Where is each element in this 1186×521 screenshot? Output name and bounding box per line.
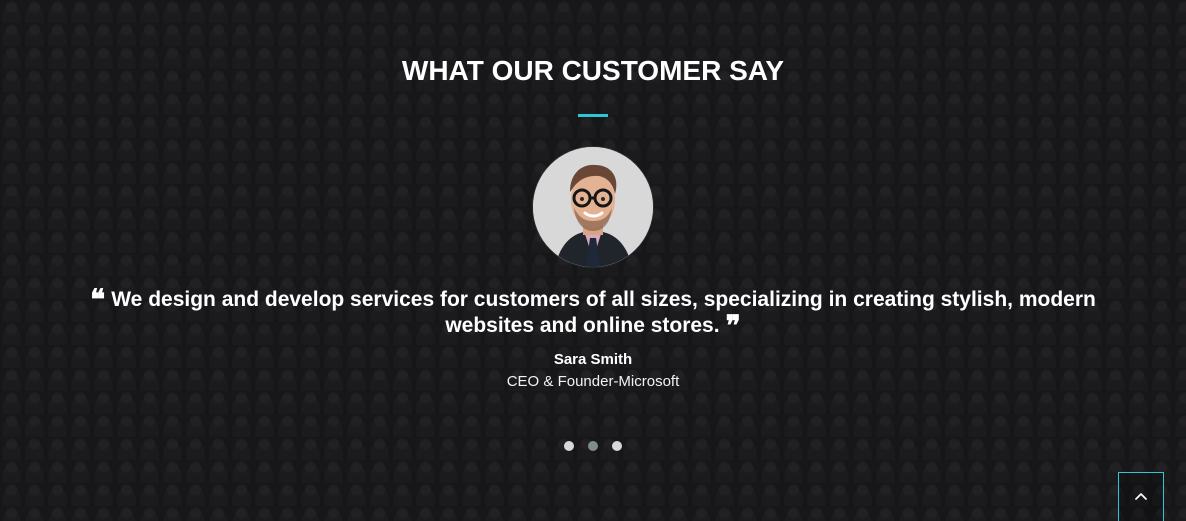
testimonial-section: WHAT OUR CUSTOMER SAY ❝ We design and de… [0, 0, 1186, 521]
customer-portrait-image [533, 147, 653, 267]
customer-avatar [533, 147, 653, 267]
testimonial-content: WHAT OUR CUSTOMER SAY ❝ We design and de… [0, 0, 1186, 451]
customer-name: Sara Smith [553, 351, 633, 368]
scroll-to-top-button[interactable] [1118, 472, 1164, 521]
testimonial-quote-text: We design and develop services for custo… [111, 288, 1096, 337]
section-title: WHAT OUR CUSTOMER SAY [401, 55, 785, 86]
slider-dot-3[interactable] [612, 441, 622, 451]
slider-dot-1[interactable] [564, 441, 574, 451]
slider-dot-2[interactable] [588, 441, 598, 451]
chevron-up-icon [1135, 493, 1147, 500]
title-divider [578, 114, 608, 117]
customer-role: CEO & Founder-Microsoft [506, 373, 680, 390]
slider-pagination [0, 441, 1186, 451]
quote-close-icon: ❞ [725, 309, 741, 342]
testimonial-quote: ❝ We design and develop services for cust… [48, 283, 1138, 342]
quote-open-icon: ❝ [90, 283, 106, 316]
